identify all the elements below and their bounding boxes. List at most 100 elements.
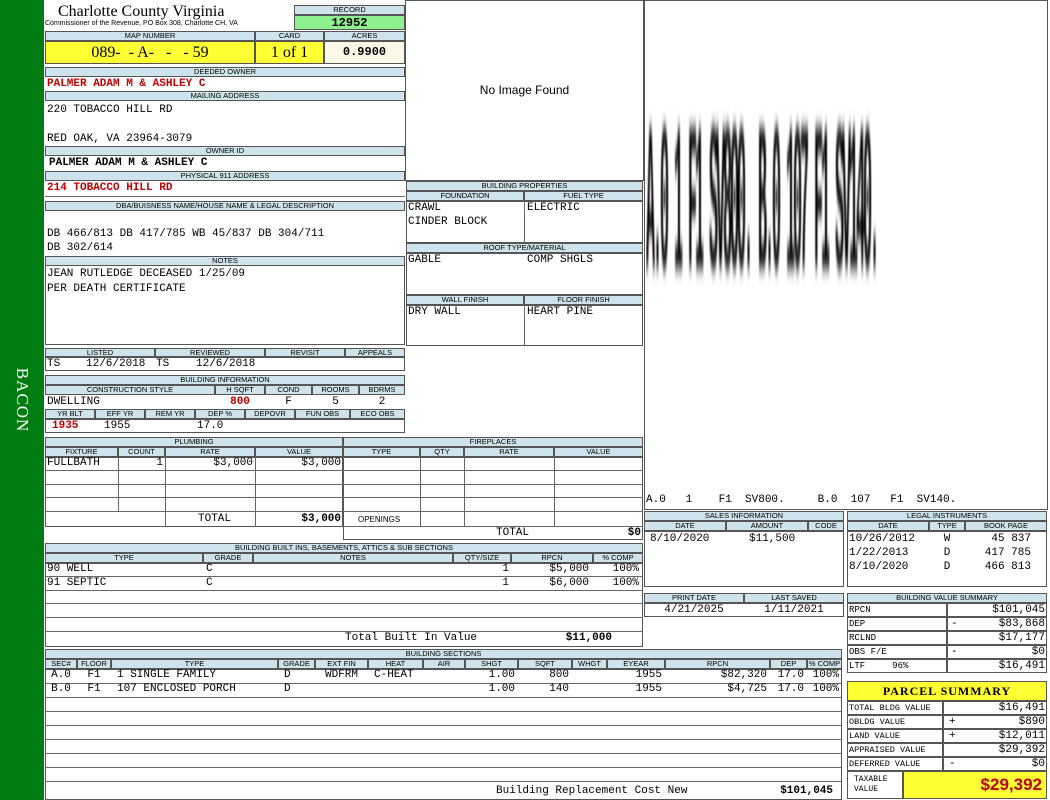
li-type: D xyxy=(943,561,951,573)
taxable-label: TAXABLE VALUE xyxy=(847,771,903,799)
builtin-qty: 1 xyxy=(502,563,509,575)
builtin-qty: 1 xyxy=(502,577,509,589)
sec-h3: GRADE xyxy=(278,659,315,669)
print-date: 4/21/2025 xyxy=(664,604,724,616)
builtin-total-label: Total Built In Value xyxy=(345,632,478,644)
year-built: 1935 xyxy=(52,420,79,432)
legal-instruments-label: LEGAL INSTRUMENTS xyxy=(847,511,1047,521)
bdrms-value: 2 xyxy=(378,396,386,408)
li-bookpage: 45 837 xyxy=(991,533,1031,545)
sec-line xyxy=(45,767,842,768)
builtin-total: $11,000 xyxy=(565,632,612,644)
sale-date: 8/10/2020 xyxy=(650,533,710,545)
rooms-label: ROOMS xyxy=(312,385,359,395)
building-sections-label: BUILDING SECTIONS xyxy=(45,649,842,659)
li-type: W xyxy=(943,533,951,545)
effyr-label: EFF YR xyxy=(95,409,145,419)
sec-cell: F1 xyxy=(87,683,101,695)
deeded-owner: PALMER ADAM M & ASHLEY C xyxy=(47,78,206,90)
builtin-comp: 100% xyxy=(612,563,639,575)
floor-finish-label: FLOOR FINISH xyxy=(524,295,643,305)
sec-cell: 140 xyxy=(549,683,569,695)
bvs-value: $17,177 xyxy=(998,632,1045,644)
cond-value: F xyxy=(285,396,292,408)
li-type: D xyxy=(943,547,951,559)
card-label: CARD xyxy=(255,31,324,41)
owner-id: PALMER ADAM M & ASHLEY C xyxy=(49,157,208,169)
construction-style: DWELLING xyxy=(47,396,100,408)
dep-value: 17.0 xyxy=(197,420,224,432)
fp-h1: QTY xyxy=(420,447,464,457)
sec-cell: F1 xyxy=(87,669,101,681)
parcel-value: $12,011 xyxy=(998,730,1045,742)
taxable-value: $29,392 xyxy=(903,771,1047,799)
sec-cell: 1955 xyxy=(635,669,662,681)
sec-cell: D xyxy=(284,669,291,681)
sec-cell: 1 SINGLE FAMILY xyxy=(117,669,217,681)
record-label: RECORD xyxy=(294,5,405,15)
li-date: 1/22/2013 xyxy=(849,547,909,559)
sec-cell: 107 ENCLOSED PORCH xyxy=(117,683,236,695)
sec-h2: TYPE xyxy=(111,659,278,669)
sec-h10: EYEAR xyxy=(607,659,665,669)
bvs-value: $101,045 xyxy=(992,604,1045,616)
fireplaces-label: FIREPLACES xyxy=(343,437,643,447)
legal-line1: DB 466/813 DB 417/785 WB 45/837 DB 304/7… xyxy=(47,228,325,240)
sketch-label-stream: A.0 1 F1 SV800. B.0 107 F1 SV140. xyxy=(646,99,879,337)
parcel-label: TOTAL BLDG VALUE xyxy=(849,703,931,713)
fp-h0: TYPE xyxy=(343,447,420,457)
sec-cell: A.0 xyxy=(51,669,71,681)
bi-h4: RPCN xyxy=(511,553,593,563)
bvs-value: $16,491 xyxy=(998,660,1045,672)
sec-cell: 17.0 xyxy=(777,683,804,695)
parcel-label: OBLDG VALUE xyxy=(849,717,906,727)
bvs-value: $83,868 xyxy=(998,618,1045,630)
sale-amount: $11,500 xyxy=(749,533,796,545)
builtin-rpcn: $5,000 xyxy=(549,563,589,575)
plumbing-label: PLUMBING xyxy=(45,437,343,447)
map-number: 089- - A- - - 59 xyxy=(45,41,255,64)
parcel-label: LAND VALUE xyxy=(849,731,901,741)
bi-h1: GRADE xyxy=(203,553,253,563)
fp-total-label: TOTAL xyxy=(496,527,530,539)
hsqft-label: H SQFT xyxy=(215,385,265,395)
roof-type: GABLE xyxy=(408,254,442,266)
parcel-label: DEFERRED VALUE xyxy=(849,759,921,769)
plumb-total: $3,000 xyxy=(301,513,341,525)
sec-h1: FLOOR xyxy=(77,659,111,669)
sec-cell: $4,725 xyxy=(727,683,767,695)
card-value: 1 of 1 xyxy=(255,41,324,64)
cond-label: COND xyxy=(265,385,312,395)
sec-cell: $82,320 xyxy=(720,669,767,681)
parcel-value: $890 xyxy=(1018,716,1045,728)
depovr-label: DEPOVR xyxy=(245,409,295,419)
sec-line xyxy=(45,753,842,754)
hsqft-value: 800 xyxy=(230,396,250,408)
print-date-label: PRINT DATE xyxy=(644,593,744,603)
dep-label: DEP % xyxy=(195,409,245,419)
builtin-type: 91 SEPTIC xyxy=(47,577,107,589)
parcel-summary-label: PARCEL SUMMARY xyxy=(847,681,1047,701)
li-date: 10/26/2012 xyxy=(849,533,916,545)
bvs-label: RCLND xyxy=(849,633,877,643)
parcel-value: $29,392 xyxy=(998,744,1045,756)
bvs-label: LTF 96% xyxy=(849,661,909,671)
bvs-label: OBS F/E xyxy=(849,647,887,657)
cs-label: CONSTRUCTION STYLE xyxy=(45,385,215,395)
legal-desc-label: DBA/BUISNESS NAME/HOUSE NAME & LEGAL DES… xyxy=(45,201,405,211)
revisit-label: REVISIT xyxy=(265,348,345,357)
sec-line xyxy=(45,781,842,782)
plumb-h1: COUNT xyxy=(118,447,165,457)
fp-h2: RATE xyxy=(464,447,554,457)
bi-h3: QTY/SIZE xyxy=(453,553,511,563)
li-h0: DATE xyxy=(847,521,929,531)
fp-total: $0 xyxy=(627,527,641,539)
builtin-rpcn: $6,000 xyxy=(549,577,589,589)
county-title: Charlotte County Virginia xyxy=(58,3,225,20)
listed-label: LISTED xyxy=(45,348,155,357)
li-bookpage: 466 813 xyxy=(984,561,1031,573)
li-bookpage: 417 785 xyxy=(984,547,1031,559)
sec-cell: 17.0 xyxy=(777,669,804,681)
owner-id-label: OWNER ID xyxy=(45,146,405,156)
funobs-label: FUN OBS xyxy=(295,409,350,419)
